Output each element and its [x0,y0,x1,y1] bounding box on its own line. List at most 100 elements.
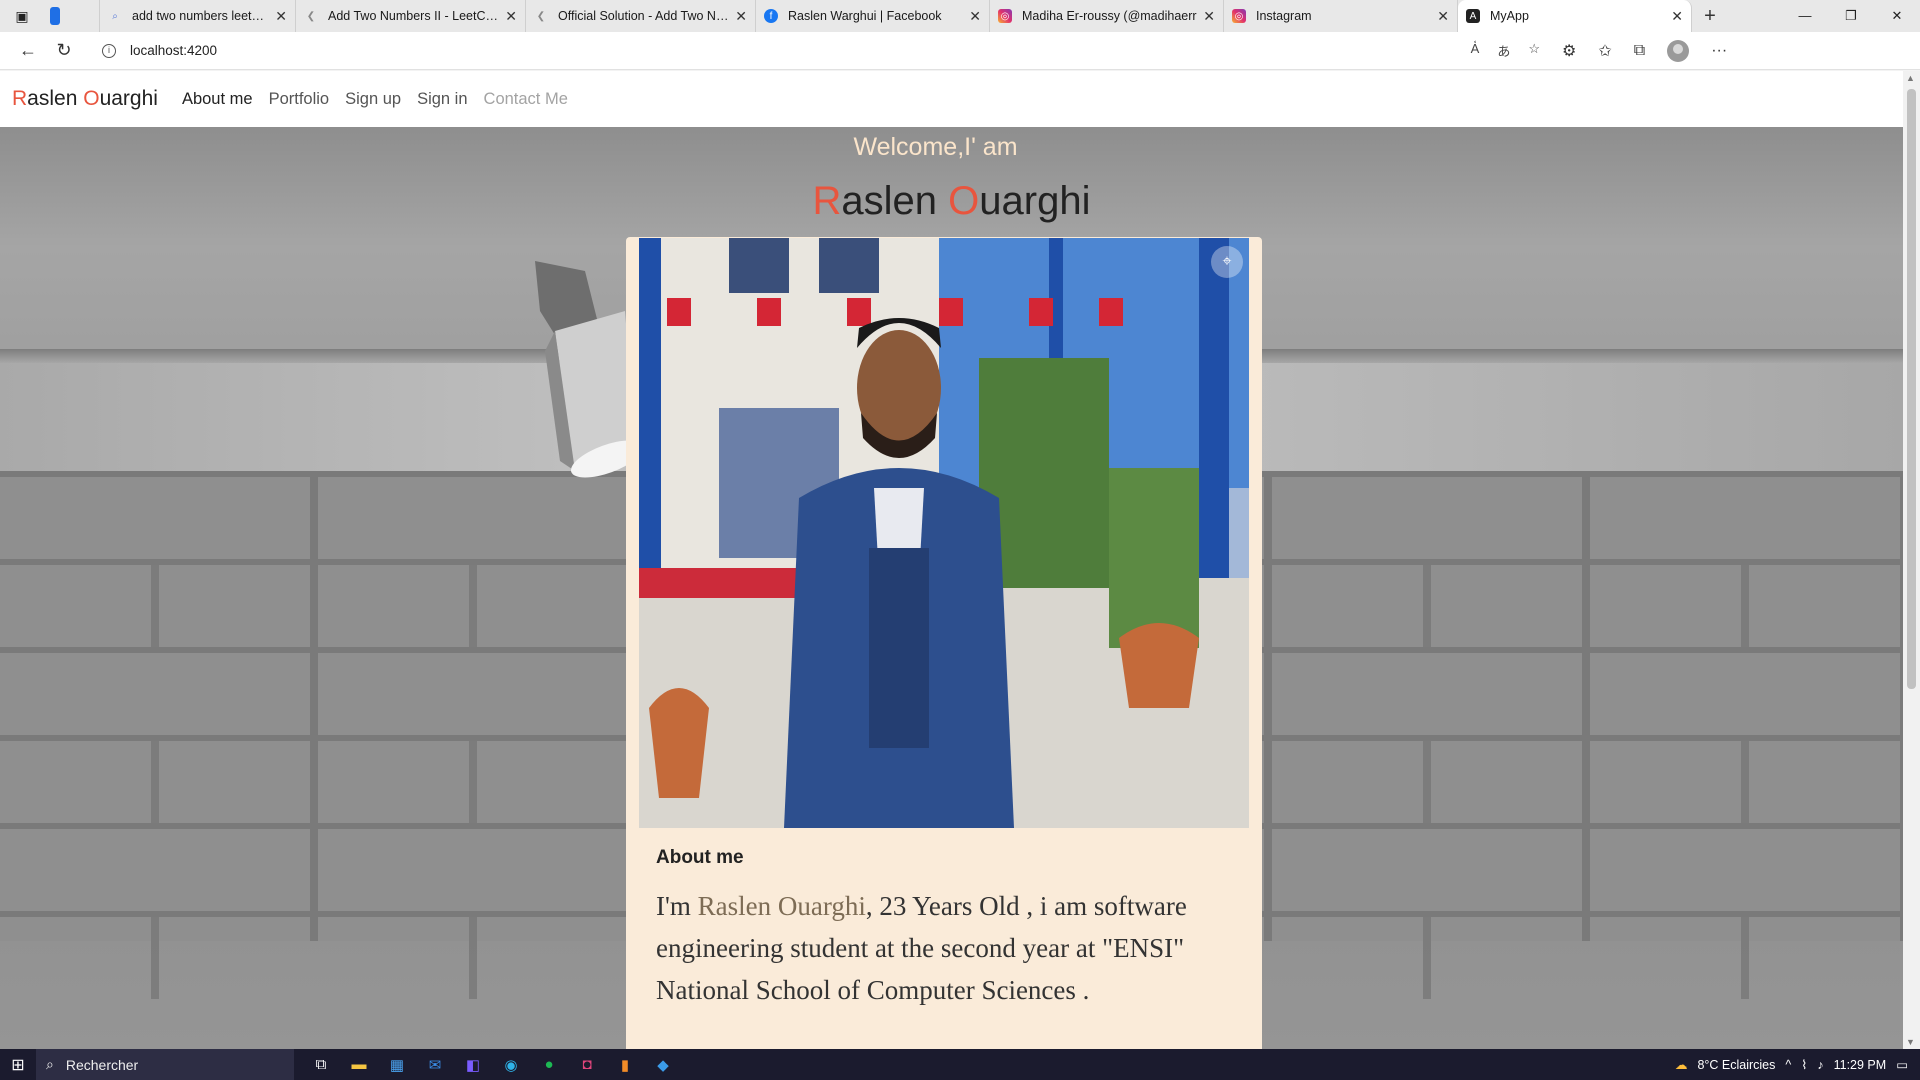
tab-title: MyApp [1490,9,1529,23]
minimize-icon[interactable]: — [1782,8,1828,24]
tab-title: Raslen Warghui | Facebook [788,9,942,23]
close-tab-icon[interactable]: ✕ [735,8,747,25]
scrollbar-thumb[interactable] [1907,89,1916,689]
scroll-down-icon[interactable]: ▼ [1906,1037,1915,1047]
restore-icon[interactable]: ❐ [1828,8,1874,24]
url-text: localhost:4200 [130,43,218,58]
nav-about-me[interactable]: About me [182,90,253,109]
tab-6[interactable]: A MyApp ✕ [1458,0,1692,32]
close-tab-icon[interactable]: ✕ [505,8,517,25]
brand-logo[interactable]: Raslen Ouarghi [12,87,158,111]
about-text: I'm Raslen Ouarghi, 23 Years Old , i am … [656,885,1236,1011]
tab-4[interactable]: ◎ Madiha Er-roussy (@madihaerr ✕ [990,0,1224,32]
app-icon[interactable]: ◧ [464,1056,482,1074]
store-icon[interactable]: ▦ [388,1056,406,1074]
tab-actions-icon[interactable]: ▣ [0,0,44,32]
brand-text: aslen [27,87,84,110]
windows-taskbar: ⊞ ⌕ Rechercher ⧉ ▬ ▦ ✉ ◧ ◉ ● ◘ ▮ ◆ ☁ 8°C… [0,1049,1920,1080]
nav-contact-me[interactable]: Contact Me [484,90,568,109]
taskbar-apps: ⧉ ▬ ▦ ✉ ◧ ◉ ● ◘ ▮ ◆ [312,1056,672,1074]
browser-tab-bar: ▣ ⌕ add two numbers leetcode - Re ✕ ❮ Ad… [0,0,1920,32]
system-tray: ☁ 8°C Eclaircies ^ ⌇ ♪ 11:29 PM ▭ [1675,1057,1908,1073]
vscode-icon[interactable]: ◆ [654,1056,672,1074]
name-initial: R [812,179,842,223]
spotlight-lamp-icon [535,261,635,478]
translate-icon[interactable]: あ [1497,41,1510,60]
facebook-icon: f [764,9,778,23]
tab-1[interactable]: ❮ Add Two Numbers II - LeetCode ✕ [296,0,526,32]
weather-text[interactable]: 8°C Eclaircies [1697,1058,1775,1072]
profile-avatar[interactable] [1667,39,1690,62]
about-text-prefix: I'm [656,891,698,921]
tab-title: Madiha Er-roussy (@madihaerr [1022,9,1197,23]
tab-title: Instagram [1256,9,1312,23]
new-tab-button[interactable]: + [1692,5,1728,28]
tab-5[interactable]: ◎ Instagram ✕ [1224,0,1458,32]
extensions-icon[interactable]: ⚙ [1562,41,1576,61]
file-explorer-icon[interactable]: ▬ [350,1056,368,1073]
close-tab-icon[interactable]: ✕ [275,8,287,25]
app-icon[interactable]: ▮ [616,1056,634,1074]
toolbar-icons: ⚙ ✩ ⧉ ··· [1562,39,1727,62]
nav-portfolio[interactable]: Portfolio [269,90,330,109]
close-window-icon[interactable]: ✕ [1874,8,1920,24]
profile-photo: ⌖ [639,238,1249,828]
page-scrollbar[interactable]: ▲ ▼ [1903,71,1920,1049]
about-card: ⌖ About me I'm Raslen Ouarghi, 23 Years … [626,237,1262,1049]
network-icon[interactable]: ⌇ [1801,1057,1807,1072]
address-bar: ← ↻ i localhost:4200 A᷾ あ ☆ ⚙ ✩ ⧉ ··· [0,32,1920,70]
mail-icon[interactable]: ✉ [426,1056,444,1074]
favorites-icon[interactable]: ✩ [1598,41,1611,61]
brand-text: uarghi [99,87,158,110]
pinned-app-icon [50,7,60,25]
tab-pinned[interactable] [44,0,100,32]
tab-3[interactable]: f Raslen Warghui | Facebook ✕ [756,0,990,32]
spotify-icon[interactable]: ● [540,1056,558,1073]
collections-icon[interactable]: ⧉ [1634,42,1645,60]
taskbar-search-placeholder: Rechercher [65,1056,139,1073]
app-navbar: Raslen Ouarghi About me Portfolio Sign u… [0,71,1903,127]
angular-icon: A [1466,9,1480,23]
hero-name: Raslen Ouarghi [0,179,1903,224]
close-tab-icon[interactable]: ✕ [1203,8,1215,25]
close-tab-icon[interactable]: ✕ [1437,8,1449,25]
tab-2[interactable]: ❮ Official Solution - Add Two Num ✕ [526,0,756,32]
name-text: aslen [841,179,949,223]
tab-title: Official Solution - Add Two Num [558,9,730,23]
close-tab-icon[interactable]: ✕ [969,8,981,25]
back-button[interactable]: ← [10,40,46,61]
taskbar-search[interactable]: ⌕ Rechercher [36,1049,294,1080]
search-icon: ⌕ [112,10,118,22]
tab-0[interactable]: ⌕ add two numbers leetcode - Re ✕ [100,0,296,32]
name-text: uarghi [979,179,1091,223]
scroll-up-icon[interactable]: ▲ [1906,73,1915,83]
instagram-icon: ◎ [1232,9,1246,23]
favorite-star-icon[interactable]: ☆ [1528,41,1540,60]
page-viewport: Raslen Ouarghi About me Portfolio Sign u… [0,71,1903,1049]
app-icon[interactable]: ◘ [578,1056,596,1073]
tab-title: Add Two Numbers II - LeetCode [328,9,500,23]
tab-title: add two numbers leetcode - Re [132,9,269,23]
leetcode-icon: ❮ [306,10,316,22]
search-icon: ⌕ [46,1056,54,1072]
more-menu-icon[interactable]: ··· [1711,42,1727,60]
volume-icon[interactable]: ♪ [1817,1058,1823,1072]
refresh-button[interactable]: ↻ [46,40,82,61]
task-view-icon[interactable]: ⧉ [312,1056,330,1073]
profile-photo-image [639,238,1249,828]
nav-sign-up[interactable]: Sign up [345,90,401,109]
notifications-icon[interactable]: ▭ [1896,1057,1908,1072]
omnibox-actions: A᷾ あ ☆ [1471,41,1540,60]
chevron-up-icon[interactable]: ^ [1785,1058,1791,1072]
windows-start-icon[interactable]: ⊞ [0,1055,36,1075]
clock[interactable]: 11:29 PM [1834,1058,1887,1072]
url-field[interactable]: i localhost:4200 A᷾ あ ☆ [90,36,1550,65]
site-info-icon[interactable]: i [102,43,116,58]
weather-icon[interactable]: ☁ [1675,1057,1688,1072]
brand-initial: O [83,87,100,110]
read-aloud-icon[interactable]: A᷾ [1471,41,1480,60]
nav-sign-in[interactable]: Sign in [417,90,467,109]
visual-search-icon[interactable]: ⌖ [1211,246,1243,278]
edge-browser-icon[interactable]: ◉ [502,1056,520,1074]
close-tab-icon[interactable]: ✕ [1671,8,1683,25]
